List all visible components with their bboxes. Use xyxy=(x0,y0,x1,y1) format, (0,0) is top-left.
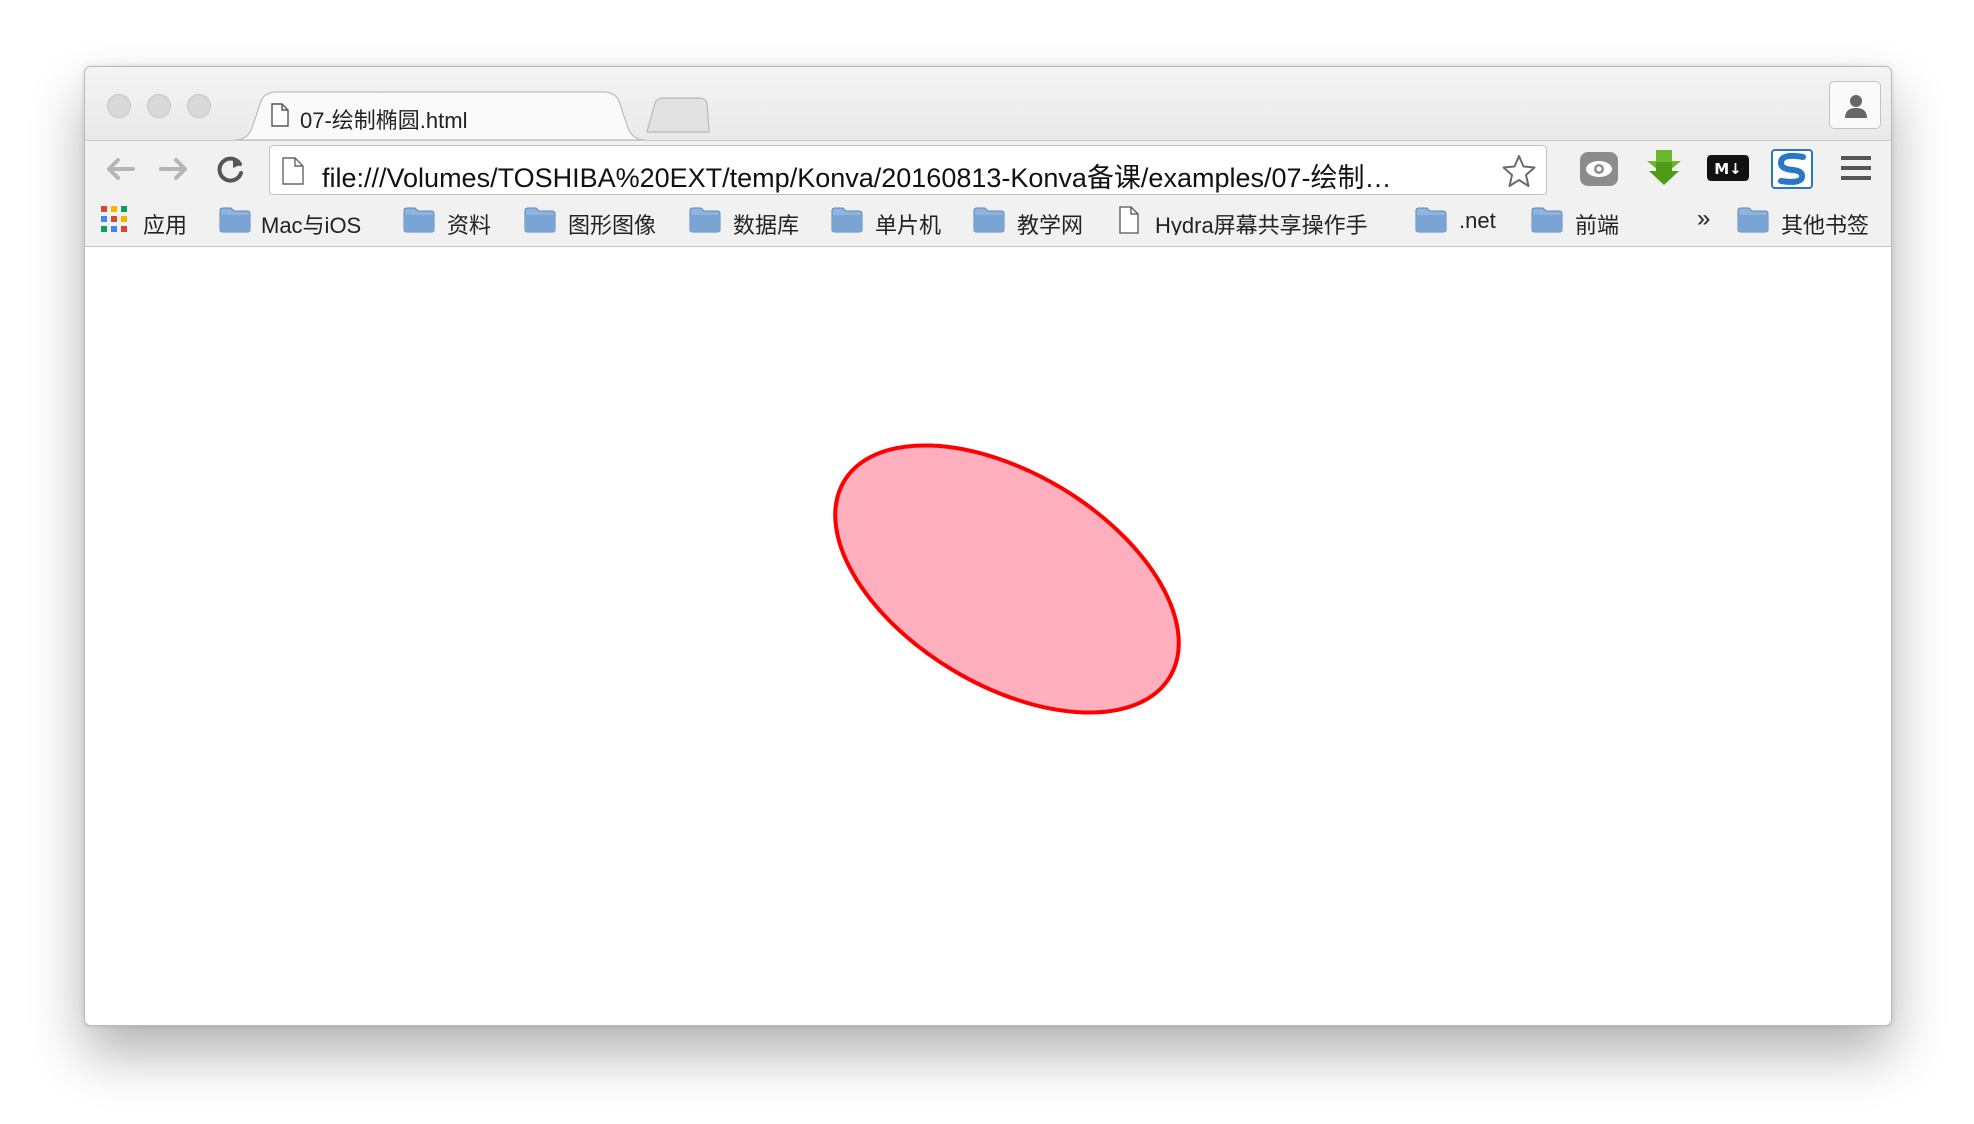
minimize-window-button[interactable] xyxy=(147,94,171,118)
person-icon xyxy=(1845,95,1867,118)
toolbar: file:///Volumes/TOSHIBA%20EXT/temp/Konva… xyxy=(85,140,1891,197)
chevron-double-icon: » xyxy=(1697,205,1711,232)
bookmark-label: 其他书签 xyxy=(1781,213,1870,238)
profile-button[interactable] xyxy=(1829,81,1881,129)
tab-bar: 07-绘制椭圆.html ✕ xyxy=(85,67,1891,141)
bookmark-label: 前端 xyxy=(1575,213,1620,238)
folder-icon xyxy=(1737,207,1769,233)
s-extension-icon[interactable] xyxy=(1771,149,1813,194)
back-arrow-icon[interactable] xyxy=(103,153,137,190)
bookmark-label: 图形图像 xyxy=(568,213,657,238)
zoom-window-button[interactable] xyxy=(187,94,211,118)
page-content xyxy=(85,247,1891,1025)
bookmark-label: 应用 xyxy=(143,213,188,238)
menu-icon[interactable] xyxy=(1841,155,1871,186)
apps-grid-icon xyxy=(101,206,127,232)
bookmark-label: 资料 xyxy=(447,213,492,238)
folder-icon xyxy=(403,207,435,233)
markdown-extension-icon[interactable]: M↓ xyxy=(1707,155,1749,186)
bookmark-label: Mac与iOS xyxy=(261,213,362,238)
folder-icon xyxy=(831,207,863,233)
bookmark-star-icon[interactable] xyxy=(1502,154,1536,193)
folder-icon xyxy=(1415,207,1447,233)
tab-title: 07-绘制椭圆.html xyxy=(300,108,468,133)
folder-icon xyxy=(689,207,721,233)
bookmark-label: .net xyxy=(1459,208,1496,233)
bookmark-label: Hydra屏幕共享操作手 xyxy=(1155,213,1368,235)
markdown-icon-label: M↓ xyxy=(1714,160,1742,178)
folder-icon xyxy=(524,207,556,233)
folder-icon xyxy=(1531,207,1563,233)
address-bar[interactable]: file:///Volumes/TOSHIBA%20EXT/temp/Konva… xyxy=(269,145,1547,195)
ellipse-shape xyxy=(833,443,1181,715)
bookmark-label: 单片机 xyxy=(875,213,942,238)
download-extension-icon[interactable] xyxy=(1644,149,1684,192)
new-tab-button[interactable] xyxy=(645,97,711,138)
bookmark-label: 教学网 xyxy=(1017,213,1084,238)
bookmarks-bar: 应用 Mac与iOS 资料 图形图像 数据库 单片机 教学网 Hydra屏幕共享… xyxy=(85,196,1891,247)
page-icon xyxy=(1119,206,1139,234)
folder-icon xyxy=(219,207,251,233)
tab-active[interactable]: 07-绘制椭圆.html ✕ xyxy=(235,91,700,141)
reload-icon[interactable] xyxy=(215,153,247,190)
forward-arrow-icon[interactable] xyxy=(157,153,191,190)
url-text: file:///Volumes/TOSHIBA%20EXT/temp/Konva… xyxy=(322,163,1392,193)
folder-icon xyxy=(973,207,1005,233)
page-icon xyxy=(282,157,304,190)
konva-canvas xyxy=(833,443,1181,715)
browser-window: 07-绘制椭圆.html ✕ file:///Volumes/TOSHIBA%2… xyxy=(84,66,1892,1026)
bookmark-label: 数据库 xyxy=(733,213,800,238)
eye-extension-icon[interactable] xyxy=(1579,151,1619,192)
close-window-button[interactable] xyxy=(107,94,131,118)
